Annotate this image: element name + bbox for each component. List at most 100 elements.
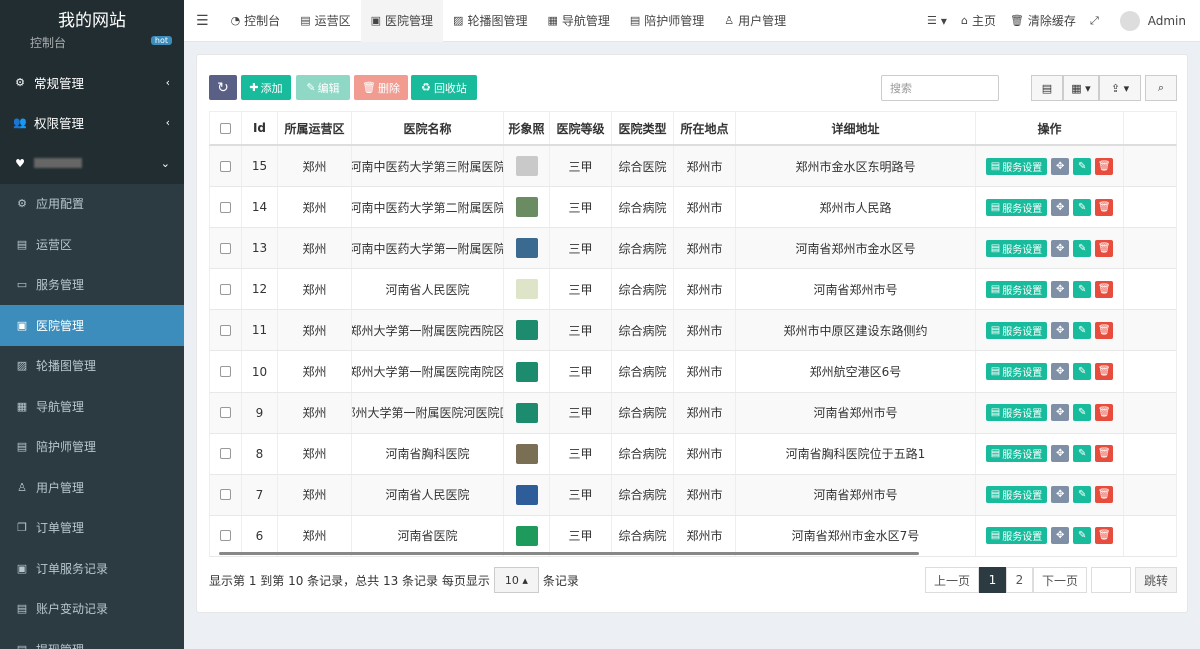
sidebar-item-hospital[interactable]: ▣ 医院管理 (0, 305, 184, 346)
nav-list-button[interactable]: ☰ ▾ (920, 0, 954, 42)
row-delete-button[interactable]: 🗑 (1095, 280, 1114, 298)
refresh-button[interactable]: ↻ (209, 75, 237, 100)
edit-button[interactable]: ✎ 编辑 (296, 75, 350, 100)
nav-trash-button[interactable]: 🗑 清除缓存 (1003, 0, 1083, 42)
row-edit-button[interactable]: ✎ (1073, 198, 1092, 216)
export-button[interactable]: ⇪ ▾ (1099, 75, 1141, 101)
drag-sort-button[interactable]: ✥ (1051, 486, 1070, 504)
column-header[interactable]: 医院类型 (612, 112, 674, 144)
table-row[interactable]: 9 郑州 郑州大学第一附属医院河医院区 三甲 综合病院 郑州市 河南省郑州市号 ▤ 服务设置 ✥ ✎… (209, 392, 1177, 434)
column-header[interactable]: 所属运营区 (278, 112, 352, 144)
row-checkbox[interactable] (220, 242, 231, 254)
columns-button[interactable]: ▦ ▾ (1063, 75, 1099, 101)
drag-sort-button[interactable]: ✥ (1051, 404, 1070, 422)
sidebar-item-users[interactable]: 👥 权限管理 ‹ (0, 103, 184, 144)
table-row[interactable]: 8 郑州 河南省胸科医院 三甲 综合病院 郑州市 河南省胸科医院位于五路1 ▤ 服务设置 ✥ ✎ 🗑 (209, 433, 1177, 475)
service-settings-button[interactable]: ▤ 服务设置 (985, 486, 1048, 504)
row-edit-button[interactable]: ✎ (1073, 363, 1092, 381)
recycle-bin-button[interactable]: ♻ 回收站 (411, 75, 477, 100)
row-edit-button[interactable]: ✎ (1073, 280, 1092, 298)
search-button[interactable]: ⌕ (1145, 75, 1177, 101)
drag-sort-button[interactable]: ✥ (1051, 198, 1070, 216)
table-row[interactable]: 15 郑州 河南中医药大学第三附属医院 三甲 综合医院 郑州市 郑州市金水区东明路号 ▤ 服务设… (209, 146, 1177, 188)
select-all-checkbox[interactable] (220, 122, 231, 134)
service-settings-button[interactable]: ▤ 服务设置 (985, 445, 1048, 463)
row-edit-button[interactable]: ✎ (1073, 239, 1092, 257)
service-settings-button[interactable]: ▤ 服务设置 (985, 363, 1048, 381)
column-header[interactable]: 形象照 (504, 112, 550, 144)
hospital-image-thumbnail[interactable] (515, 320, 538, 341)
sidebar-item-image[interactable]: ▨ 轮播图管理 (0, 345, 184, 386)
hospital-image-thumbnail[interactable] (515, 484, 538, 505)
tab-id-card[interactable]: ▤ 陪护师管理 (620, 0, 714, 42)
hospital-image-thumbnail[interactable] (515, 197, 538, 218)
column-header[interactable]: 操作 (976, 112, 1124, 144)
table-row[interactable]: 14 郑州 河南中医药大学第二附属医院 三甲 综合病院 郑州市 郑州市人民路 ▤ 服务设置 ✥ ✎ 🗑 (209, 187, 1177, 229)
row-checkbox[interactable] (220, 160, 231, 172)
table-row[interactable]: 13 郑州 河南中医药大学第一附属医院 三甲 综合病院 郑州市 河南省郑州市金水区号 ▤ 服务设… (209, 228, 1177, 270)
service-settings-button[interactable]: ▤ 服务设置 (985, 239, 1048, 257)
table-row[interactable]: 7 郑州 河南省人民医院 三甲 综合病院 郑州市 河南省郑州市号 ▤ 服务设置 ✥ ✎ 🗑 (209, 474, 1177, 516)
drag-sort-button[interactable]: ✥ (1051, 239, 1070, 257)
horizontal-scrollbar[interactable] (219, 552, 919, 555)
sidebar-item-user[interactable]: ♙ 用户管理 (0, 467, 184, 508)
sidebar-item-list[interactable]: ▭ 服务管理 (0, 264, 184, 305)
prev-page-button[interactable]: 上一页 (925, 567, 979, 593)
row-delete-button[interactable]: 🗑 (1095, 321, 1114, 339)
row-edit-button[interactable]: ✎ (1073, 404, 1092, 422)
row-delete-button[interactable]: 🗑 (1095, 198, 1114, 216)
hospital-image-thumbnail[interactable] (515, 361, 538, 382)
hospital-image-thumbnail[interactable] (515, 402, 538, 423)
page-size-select[interactable]: 10 ▴ (493, 567, 539, 593)
sidebar-item-map[interactable]: ▤ 运营区 (0, 224, 184, 265)
jump-button[interactable]: 跳转 (1135, 567, 1177, 593)
row-checkbox[interactable] (220, 366, 231, 378)
user-menu[interactable]: Admin (1110, 0, 1200, 42)
hospital-image-thumbnail[interactable] (515, 525, 538, 546)
row-delete-button[interactable]: 🗑 (1095, 363, 1114, 381)
row-delete-button[interactable]: 🗑 (1095, 527, 1114, 545)
add-button[interactable]: ✚ 添加 (241, 75, 291, 100)
toggle-view-button[interactable]: ▤ (1031, 75, 1063, 101)
hospital-image-thumbnail[interactable] (515, 279, 538, 300)
nav-fullscreen-button[interactable]: ⤢ (1083, 0, 1110, 42)
sidebar-item-id-card[interactable]: ▤ 陪护师管理 (0, 426, 184, 467)
sidebar-item-money[interactable]: ▤ 提现管理 (0, 629, 184, 649)
search-input[interactable]: 搜索 (881, 75, 999, 101)
drag-sort-button[interactable]: ✥ (1051, 445, 1070, 463)
service-settings-button[interactable]: ▤ 服务设置 (985, 527, 1048, 545)
drag-sort-button[interactable]: ✥ (1051, 157, 1070, 175)
column-header[interactable]: Id (242, 112, 278, 144)
table-row[interactable]: 10 郑州 郑州大学第一附属医院南院区 三甲 综合病院 郑州市 郑州航空港区6号 ▤ 服务设置 ✥… (209, 351, 1177, 393)
row-checkbox[interactable] (220, 324, 231, 336)
service-settings-button[interactable]: ▤ 服务设置 (985, 198, 1048, 216)
sidebar-toggle-button[interactable]: ☰ (184, 0, 221, 42)
drag-sort-button[interactable]: ✥ (1051, 363, 1070, 381)
hospital-image-thumbnail[interactable] (515, 443, 538, 464)
column-header[interactable]: 所在地点 (674, 112, 736, 144)
jump-page-input[interactable] (1091, 567, 1131, 593)
table-row[interactable]: 6 郑州 河南省医院 三甲 综合病院 郑州市 河南省郑州市金水区7号 ▤ 服务设置 ✥ ✎ 🗑 (209, 515, 1177, 557)
service-settings-button[interactable]: ▤ 服务设置 (985, 280, 1048, 298)
hospital-image-thumbnail[interactable] (515, 238, 538, 259)
row-delete-button[interactable]: 🗑 (1095, 486, 1114, 504)
tab-map[interactable]: ▤ 运营区 (290, 0, 360, 42)
row-delete-button[interactable]: 🗑 (1095, 404, 1114, 422)
table-row[interactable]: 12 郑州 河南省人民医院 三甲 综合病院 郑州市 河南省郑州市号 ▤ 服务设置 ✥ ✎ 🗑 (209, 269, 1177, 311)
page-2-button[interactable]: 2 (1006, 567, 1033, 593)
column-header[interactable]: 详细地址 (736, 112, 976, 144)
service-settings-button[interactable]: ▤ 服务设置 (985, 404, 1048, 422)
row-edit-button[interactable]: ✎ (1073, 527, 1092, 545)
tab-image[interactable]: ▨ 轮播图管理 (443, 0, 537, 42)
sidebar-item-table[interactable]: ▦ 导航管理 (0, 386, 184, 427)
service-settings-button[interactable]: ▤ 服务设置 (985, 321, 1048, 339)
row-delete-button[interactable]: 🗑 (1095, 239, 1114, 257)
row-edit-button[interactable]: ✎ (1073, 445, 1092, 463)
row-checkbox[interactable] (220, 489, 231, 501)
row-edit-button[interactable]: ✎ (1073, 486, 1092, 504)
row-checkbox[interactable] (220, 407, 231, 419)
sidebar-item-heartbeat[interactable]: ♥ ⌄ (0, 143, 184, 184)
row-checkbox[interactable] (220, 283, 231, 295)
tab-dashboard[interactable]: ◔ 控制台 (221, 0, 291, 42)
nav-home-button[interactable]: ⌂ 主页 (954, 0, 1003, 42)
